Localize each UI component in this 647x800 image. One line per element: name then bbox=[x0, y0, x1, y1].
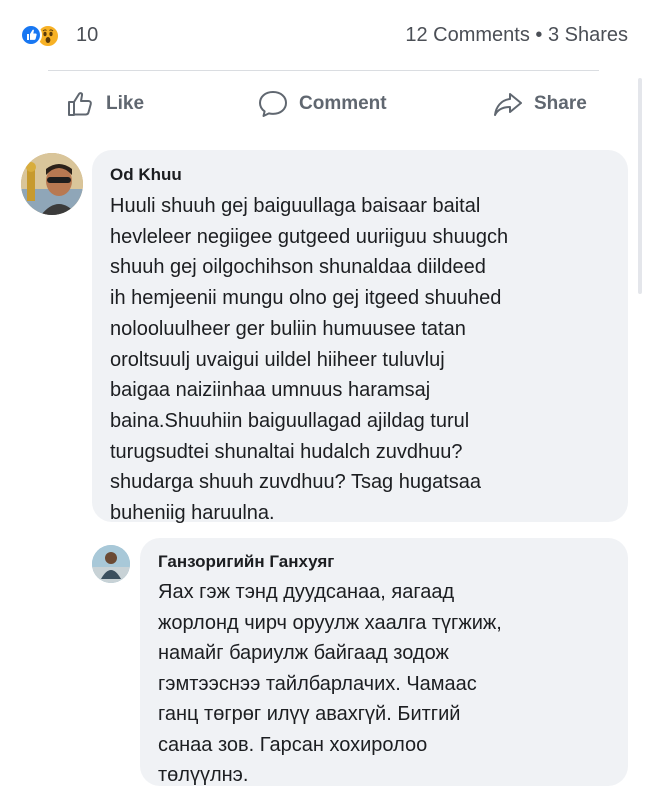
avatar[interactable] bbox=[92, 545, 130, 583]
reaction-count[interactable]: 10 bbox=[76, 24, 98, 47]
reaction-icons[interactable] bbox=[20, 22, 76, 48]
comment-icon bbox=[259, 91, 287, 117]
share-label: Share bbox=[534, 93, 587, 114]
comments-shares-count[interactable]: 12 Comments • 3 Shares bbox=[405, 24, 628, 47]
like-icon bbox=[20, 24, 42, 46]
comment-label: Comment bbox=[299, 93, 387, 114]
reply-text: Яах гэж тэнд дуудсанаа, яагаад жорлонд ч… bbox=[158, 581, 502, 786]
like-label: Like bbox=[106, 93, 145, 114]
reactions-bar: 10 12 Comments • 3 Shares bbox=[0, 0, 647, 70]
post-actions: Like Comment Share bbox=[0, 71, 647, 137]
comment-author[interactable]: Od Khuu bbox=[110, 165, 182, 185]
reply-author[interactable]: Ганзоригийн Ганхуяг bbox=[158, 552, 334, 572]
thumbs-up-icon bbox=[68, 92, 92, 116]
share-icon bbox=[494, 93, 522, 116]
like-button[interactable]: Like bbox=[66, 87, 144, 121]
comment-button[interactable]: Comment bbox=[257, 87, 387, 121]
avatar[interactable] bbox=[21, 153, 83, 215]
comment-text: Huuli shuuh gej baiguullaga baisaar bait… bbox=[110, 195, 509, 525]
share-button[interactable]: Share bbox=[492, 87, 587, 121]
scrollbar[interactable] bbox=[638, 78, 642, 294]
